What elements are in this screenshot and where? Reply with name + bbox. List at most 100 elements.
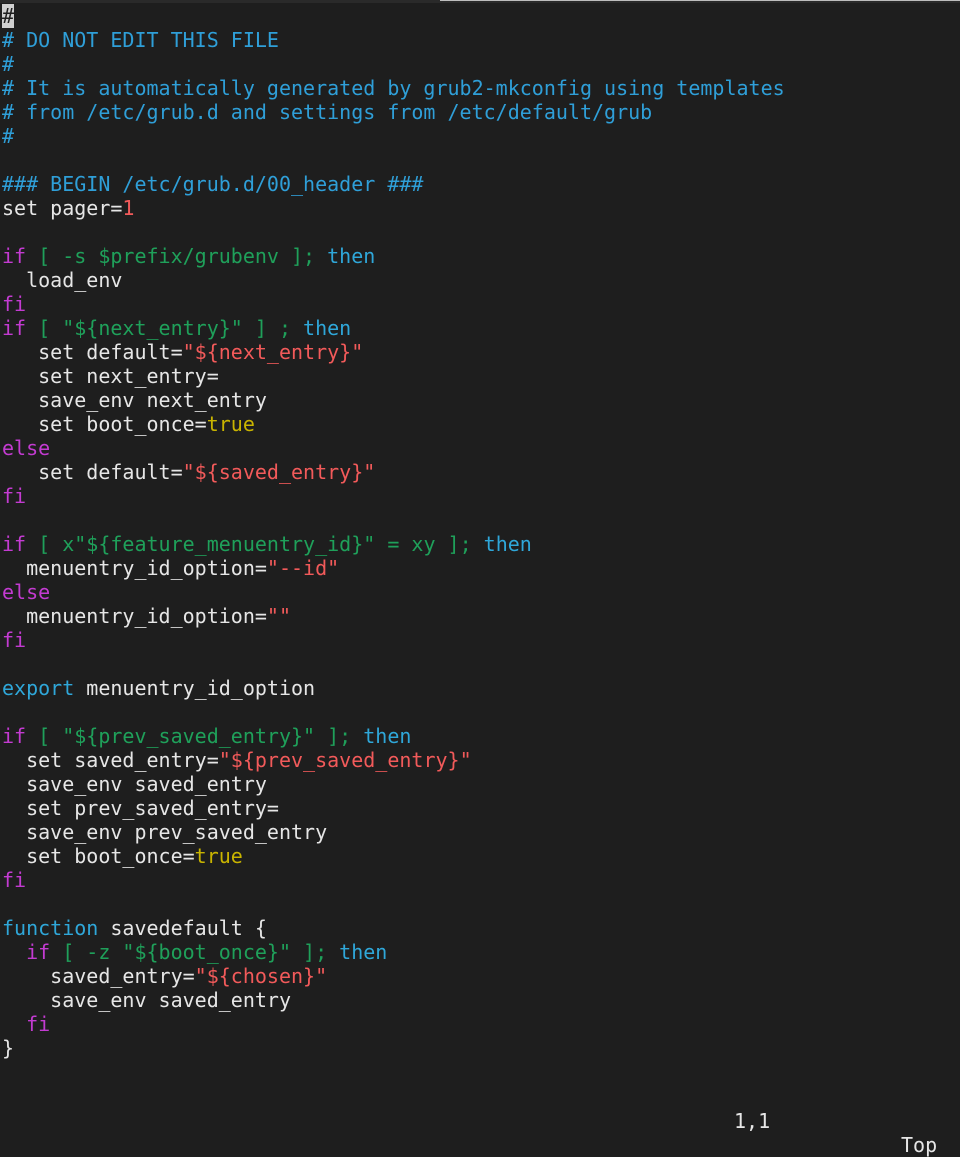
code-token-plain: save_env saved_entry <box>2 988 291 1012</box>
code-token-plain: save_env prev_saved_entry <box>2 820 328 844</box>
code-token-string: "${saved_entry}" <box>182 460 376 484</box>
code-line[interactable]: # from /etc/grub.d and settings from /et… <box>2 100 960 124</box>
code-line[interactable]: save_env prev_saved_entry <box>2 820 960 844</box>
code-token-plain: menuentry_id_option <box>74 676 316 700</box>
code-token-string: "${chosen}" <box>194 964 328 988</box>
code-token-conditional: fi <box>26 1012 51 1036</box>
code-line[interactable]: if [ -z "${boot_once}" ]; then <box>2 940 960 964</box>
code-token-conditional: else <box>2 580 51 604</box>
code-line[interactable]: fi <box>2 868 960 892</box>
code-line[interactable]: set boot_once=true <box>2 412 960 436</box>
code-token-keyword: then <box>327 244 376 268</box>
code-token-conditional: fi <box>2 484 27 508</box>
code-token-comment: # It is automatically generated by grub2… <box>2 76 785 100</box>
editor-buffer[interactable]: # # DO NOT EDIT THIS FILE # # It is automat… <box>2 4 960 1078</box>
code-line[interactable] <box>2 892 960 916</box>
code-line[interactable]: menuentry_id_option="" <box>2 604 960 628</box>
code-token-plain: set next_entry= <box>2 364 219 388</box>
code-token-plain: set default= <box>2 340 183 364</box>
code-line[interactable]: else <box>2 580 960 604</box>
code-line[interactable]: # It is automatically generated by grub2… <box>2 76 960 100</box>
code-token-conditional: if <box>2 244 27 268</box>
code-token-plain: savedefault { <box>98 916 267 940</box>
code-token-conditional: if <box>26 940 51 964</box>
code-line[interactable]: set boot_once=true <box>2 844 960 868</box>
code-token-conditional: fi <box>2 628 27 652</box>
code-line[interactable]: # <box>2 4 960 28</box>
code-line[interactable]: fi <box>2 628 960 652</box>
code-token-plain: save_env next_entry <box>2 388 267 412</box>
code-line[interactable]: if [ "${next_entry}" ] ; then <box>2 316 960 340</box>
code-token-string: "${prev_saved_entry}" <box>218 748 472 772</box>
code-line[interactable]: if [ -s $prefix/grubenv ]; then <box>2 244 960 268</box>
code-line[interactable]: set next_entry= <box>2 364 960 388</box>
code-line[interactable]: menuentry_id_option="--id" <box>2 556 960 580</box>
code-line[interactable] <box>2 652 960 676</box>
code-token-plain: load_env <box>2 268 123 292</box>
code-token-plain: set saved_entry= <box>2 748 219 772</box>
code-token-boolean: true <box>206 412 255 436</box>
code-token-plain: set boot_once= <box>2 844 195 868</box>
code-line[interactable] <box>2 148 960 172</box>
text-cursor: # <box>2 4 15 28</box>
code-line[interactable]: # <box>2 52 960 76</box>
code-line[interactable]: # <box>2 124 960 148</box>
code-token-keyword: then <box>363 724 412 748</box>
code-token-comment: # DO NOT EDIT THIS FILE <box>2 28 279 52</box>
code-token-conditional: if <box>2 724 27 748</box>
code-token-comment: # <box>2 52 15 76</box>
code-token-plain: } <box>2 1036 15 1060</box>
code-line[interactable]: set default="${next_entry}" <box>2 340 960 364</box>
code-token-conditional: fi <box>2 868 27 892</box>
code-token-plain: save_env saved_entry <box>2 772 267 796</box>
code-line[interactable]: load_env <box>2 268 960 292</box>
cursor-position: 1,1 <box>734 1109 771 1133</box>
code-line[interactable]: # DO NOT EDIT THIS FILE <box>2 28 960 52</box>
code-line[interactable]: } <box>2 1036 960 1060</box>
code-token-number: 1 <box>122 196 135 220</box>
code-line[interactable]: set pager=1 <box>2 196 960 220</box>
code-line[interactable]: save_env next_entry <box>2 388 960 412</box>
code-line[interactable]: set prev_saved_entry= <box>2 796 960 820</box>
code-line[interactable]: fi <box>2 292 960 316</box>
code-line[interactable]: ### BEGIN /etc/grub.d/00_header ### <box>2 172 960 196</box>
code-token-keyword: then <box>483 532 532 556</box>
code-line[interactable]: function savedefault { <box>2 916 960 940</box>
status-line: 1,1 Top <box>0 1085 960 1157</box>
code-token-plain: set boot_once= <box>2 412 207 436</box>
code-line[interactable]: fi <box>2 1012 960 1036</box>
code-line[interactable] <box>2 220 960 244</box>
code-token-boolean: true <box>194 844 243 868</box>
code-token-conditional: if <box>2 532 27 556</box>
code-line[interactable] <box>2 508 960 532</box>
code-token-string: "" <box>266 604 291 628</box>
code-token-comment: # from /etc/grub.d and settings from /et… <box>2 100 653 124</box>
code-token-plain: menuentry_id_option= <box>2 604 267 628</box>
code-line[interactable]: saved_entry="${chosen}" <box>2 964 960 988</box>
code-token-variable: [ -z "${boot_once}" ]; <box>50 940 340 964</box>
code-token-plain: saved_entry= <box>2 964 195 988</box>
code-token-variable: [ "${prev_saved_entry}" ]; <box>26 724 364 748</box>
code-token-plain: set prev_saved_entry= <box>2 796 279 820</box>
code-token-plain: set default= <box>2 460 183 484</box>
code-token-plain: set pager= <box>2 196 123 220</box>
code-line[interactable] <box>2 700 960 724</box>
code-token-comment: # <box>2 124 15 148</box>
code-line[interactable]: fi <box>2 484 960 508</box>
code-token-keyword: export <box>2 676 75 700</box>
window-top-edge <box>0 0 960 3</box>
code-line[interactable]: set default="${saved_entry}" <box>2 460 960 484</box>
code-token-keyword: then <box>303 316 352 340</box>
code-line[interactable]: if [ "${prev_saved_entry}" ]; then <box>2 724 960 748</box>
code-token-conditional: fi <box>2 292 27 316</box>
code-token-keyword: then <box>339 940 388 964</box>
code-line[interactable]: export menuentry_id_option <box>2 676 960 700</box>
code-line[interactable]: save_env saved_entry <box>2 772 960 796</box>
code-line[interactable]: else <box>2 436 960 460</box>
code-line[interactable]: set saved_entry="${prev_saved_entry}" <box>2 748 960 772</box>
code-line[interactable]: save_env saved_entry <box>2 988 960 1012</box>
code-token-comment: ### BEGIN /etc/grub.d/00_header ### <box>2 172 424 196</box>
code-token-variable: [ x"${feature_menuentry_id}" = xy ]; <box>26 532 484 556</box>
code-line[interactable]: if [ x"${feature_menuentry_id}" = xy ]; … <box>2 532 960 556</box>
